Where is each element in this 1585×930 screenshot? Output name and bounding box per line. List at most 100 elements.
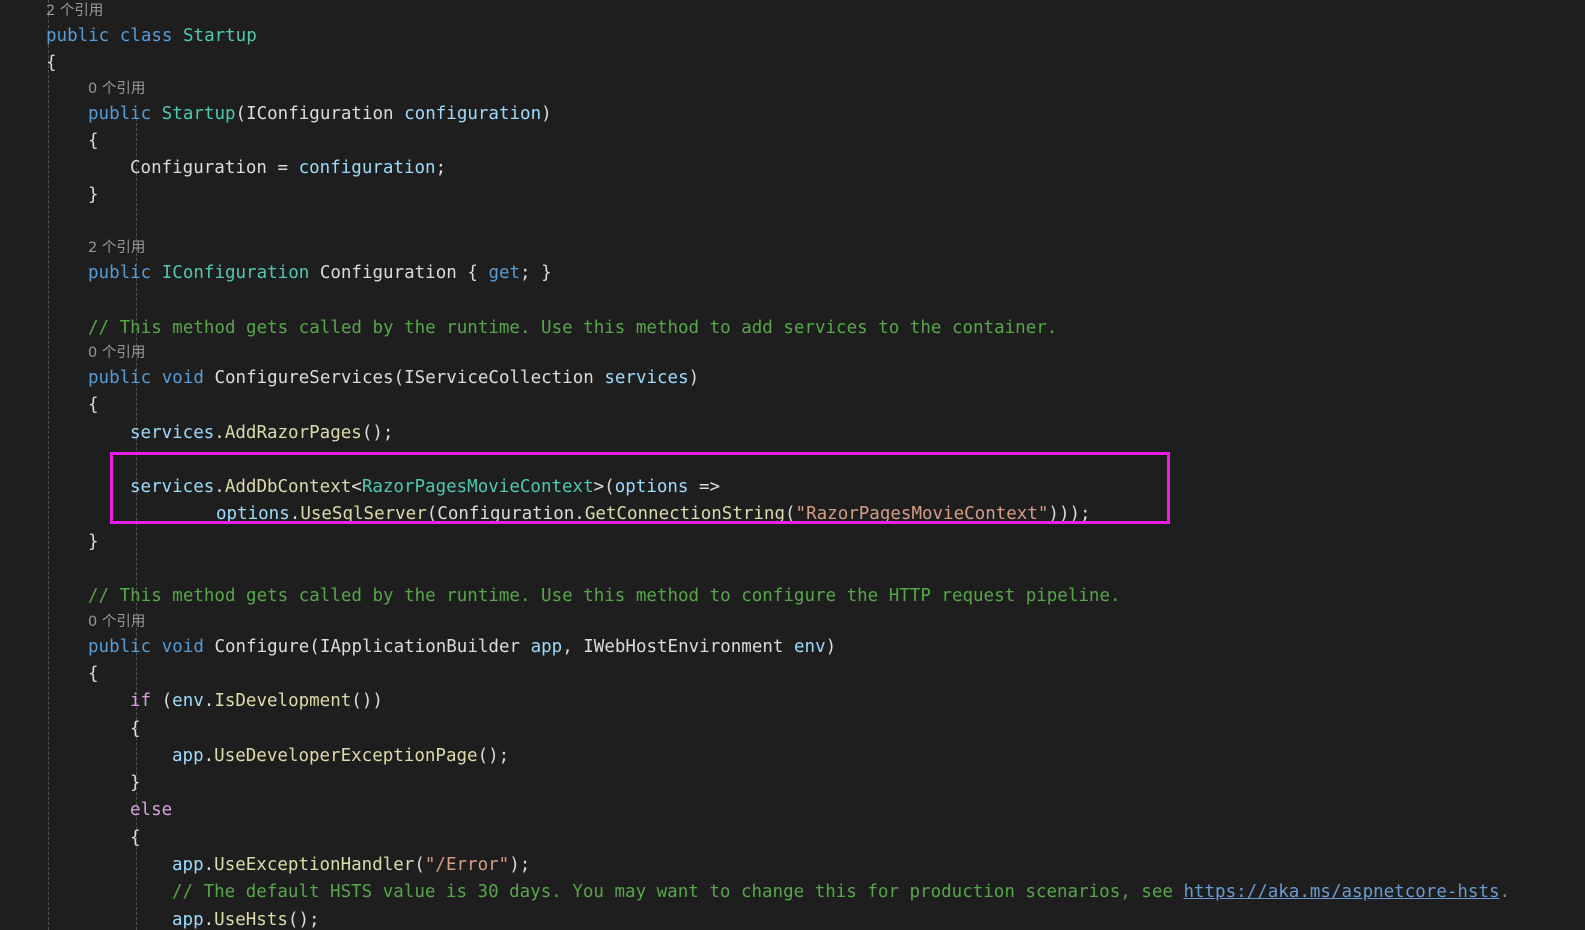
keyword-if: if <box>130 691 152 712</box>
string-error-path: "/Error" <box>424 855 510 876</box>
param-app: app <box>530 636 563 657</box>
paren-open: ( <box>393 367 405 388</box>
dot: . <box>214 422 225 443</box>
dot: . <box>203 909 215 930</box>
codelens-text: 2 个引用 <box>46 3 104 19</box>
line-usehsts: app.UseHsts(); <box>0 907 1585 930</box>
line-else: else <box>0 797 1585 824</box>
brace-open: { <box>130 718 141 739</box>
comma: , <box>562 636 584 657</box>
line-blank-2 <box>0 287 1585 314</box>
brace-open: { <box>88 130 99 151</box>
codelens-text: 0 个引用 <box>88 613 146 630</box>
line-blank-1 <box>0 210 1585 237</box>
keyword-void: void <box>161 367 204 388</box>
object-app: app <box>172 745 204 766</box>
dot: . <box>203 745 215 766</box>
line-class-declaration: public class Startup <box>0 23 1585 50</box>
paren-open: ( <box>785 504 796 525</box>
hsts-doc-link[interactable]: https://aka.ms/aspnetcore-hsts <box>1183 882 1499 902</box>
keyword-public: public <box>88 263 152 284</box>
method-usedeveloperexceptionpage: UseDeveloperExceptionPage <box>214 745 478 766</box>
line-configure-signature: public void Configure(IApplicationBuilde… <box>0 634 1585 661</box>
object-env: env <box>172 691 204 712</box>
keyword-void: void <box>161 636 204 657</box>
keyword-get: get <box>488 263 521 284</box>
paren-open: ( <box>414 855 425 876</box>
line-property-configuration: public IConfiguration Configuration { ge… <box>0 260 1585 287</box>
dot: . <box>289 504 301 525</box>
operator-equals: = <box>277 158 289 179</box>
semicolon: ; <box>435 158 447 179</box>
method-adddbcontext: AddDbContext <box>224 477 352 498</box>
brace-open: { <box>467 263 478 284</box>
brace-open: { <box>88 663 99 684</box>
object-app: app <box>172 909 204 930</box>
codelens-ctor[interactable]: 0 个引用 <box>0 78 1585 101</box>
call-tail: (); <box>361 422 394 443</box>
comment-text-end: . <box>1499 882 1511 903</box>
comment-text: // This method gets called by the runtim… <box>88 317 1058 338</box>
param-configuration: configuration <box>404 103 542 124</box>
comment-text: // This method gets called by the runtim… <box>88 586 1121 607</box>
method-configure: Configure <box>214 636 310 657</box>
paren-close: ) <box>688 367 700 388</box>
dot: . <box>203 855 215 876</box>
paren-open: ( <box>309 636 320 657</box>
value-configuration: configuration <box>298 158 436 179</box>
type-iconfiguration: IConfiguration <box>161 263 310 284</box>
keyword-public: public <box>88 367 152 388</box>
line-configureservices-open-brace: { <box>0 392 1585 419</box>
method-usehsts: UseHsts <box>214 909 288 930</box>
string-razorpagesmoviecontext: "RazorPagesMovieContext" <box>795 504 1049 525</box>
method-isdevelopment: IsDevelopment <box>214 691 352 712</box>
angle-open: < <box>351 477 362 498</box>
line-usesqlserver: options.UseSqlServer(Configuration.GetCo… <box>0 501 1585 528</box>
brace-close: } <box>541 263 552 284</box>
property-configuration: Configuration <box>130 158 267 179</box>
type-iconfiguration: IConfiguration <box>246 103 394 124</box>
line-ctor-signature: public Startup(IConfiguration configurat… <box>0 101 1585 128</box>
code-editor[interactable]: 2 个引用 public class Startup { 0 个引用 publi… <box>0 0 1585 930</box>
param-services: services <box>604 367 689 388</box>
call-tail: ()) <box>351 691 383 712</box>
codelens-text: 0 个引用 <box>88 80 146 97</box>
brace-open: { <box>130 827 141 848</box>
line-configureservices-close-brace: } <box>0 529 1585 556</box>
line-useexceptionhandler: app.UseExceptionHandler("/Error"); <box>0 852 1585 879</box>
paren-open: ( <box>426 504 438 525</box>
brace-open: { <box>46 53 57 74</box>
line-usedeveloperexceptionpage: app.UseDeveloperExceptionPage(); <box>0 743 1585 770</box>
keyword-public: public <box>88 636 152 657</box>
method-useexceptionhandler: UseExceptionHandler <box>214 855 415 876</box>
line-configuration-assignment: Configuration = configuration; <box>0 155 1585 182</box>
codelens-property-configuration[interactable]: 2 个引用 <box>0 237 1585 260</box>
comment-text: // The default HSTS value is 30 days. Yo… <box>172 882 1184 903</box>
angle-close: > <box>593 477 605 498</box>
object-services: services <box>130 422 215 443</box>
codelens-configureservices[interactable]: 0 个引用 <box>0 342 1585 365</box>
lambda-arrow: => <box>688 477 721 498</box>
line-else-open-brace: { <box>0 825 1585 852</box>
line-addrazorpages: services.AddRazorPages(); <box>0 420 1585 447</box>
line-comment-hsts: // The default HSTS value is 30 days. Yo… <box>0 879 1585 906</box>
param-env: env <box>794 636 826 657</box>
line-class-open-brace: { <box>0 50 1585 77</box>
line-blank-4 <box>0 556 1585 583</box>
line-if-close-brace: } <box>0 770 1585 797</box>
line-ctor-open-brace: { <box>0 128 1585 155</box>
codelens-class-startup[interactable]: 2 个引用 <box>0 0 1585 23</box>
method-usesqlserver: UseSqlServer <box>300 504 427 525</box>
type-iapplicationbuilder: IApplicationBuilder <box>319 636 521 657</box>
method-configureservices: ConfigureServices <box>214 367 394 388</box>
line-comment-add-services: // This method gets called by the runtim… <box>0 315 1585 342</box>
dot: . <box>574 504 585 525</box>
semicolon: ; <box>520 263 531 284</box>
codelens-configure[interactable]: 0 个引用 <box>0 611 1585 634</box>
code-content[interactable]: 2 个引用 public class Startup { 0 个引用 publi… <box>0 0 1585 930</box>
paren-open: ( <box>161 691 173 712</box>
keyword-else: else <box>130 800 173 821</box>
call-tail: (); <box>287 909 320 930</box>
line-if-open-brace: { <box>0 716 1585 743</box>
paren-open: ( <box>604 477 615 498</box>
